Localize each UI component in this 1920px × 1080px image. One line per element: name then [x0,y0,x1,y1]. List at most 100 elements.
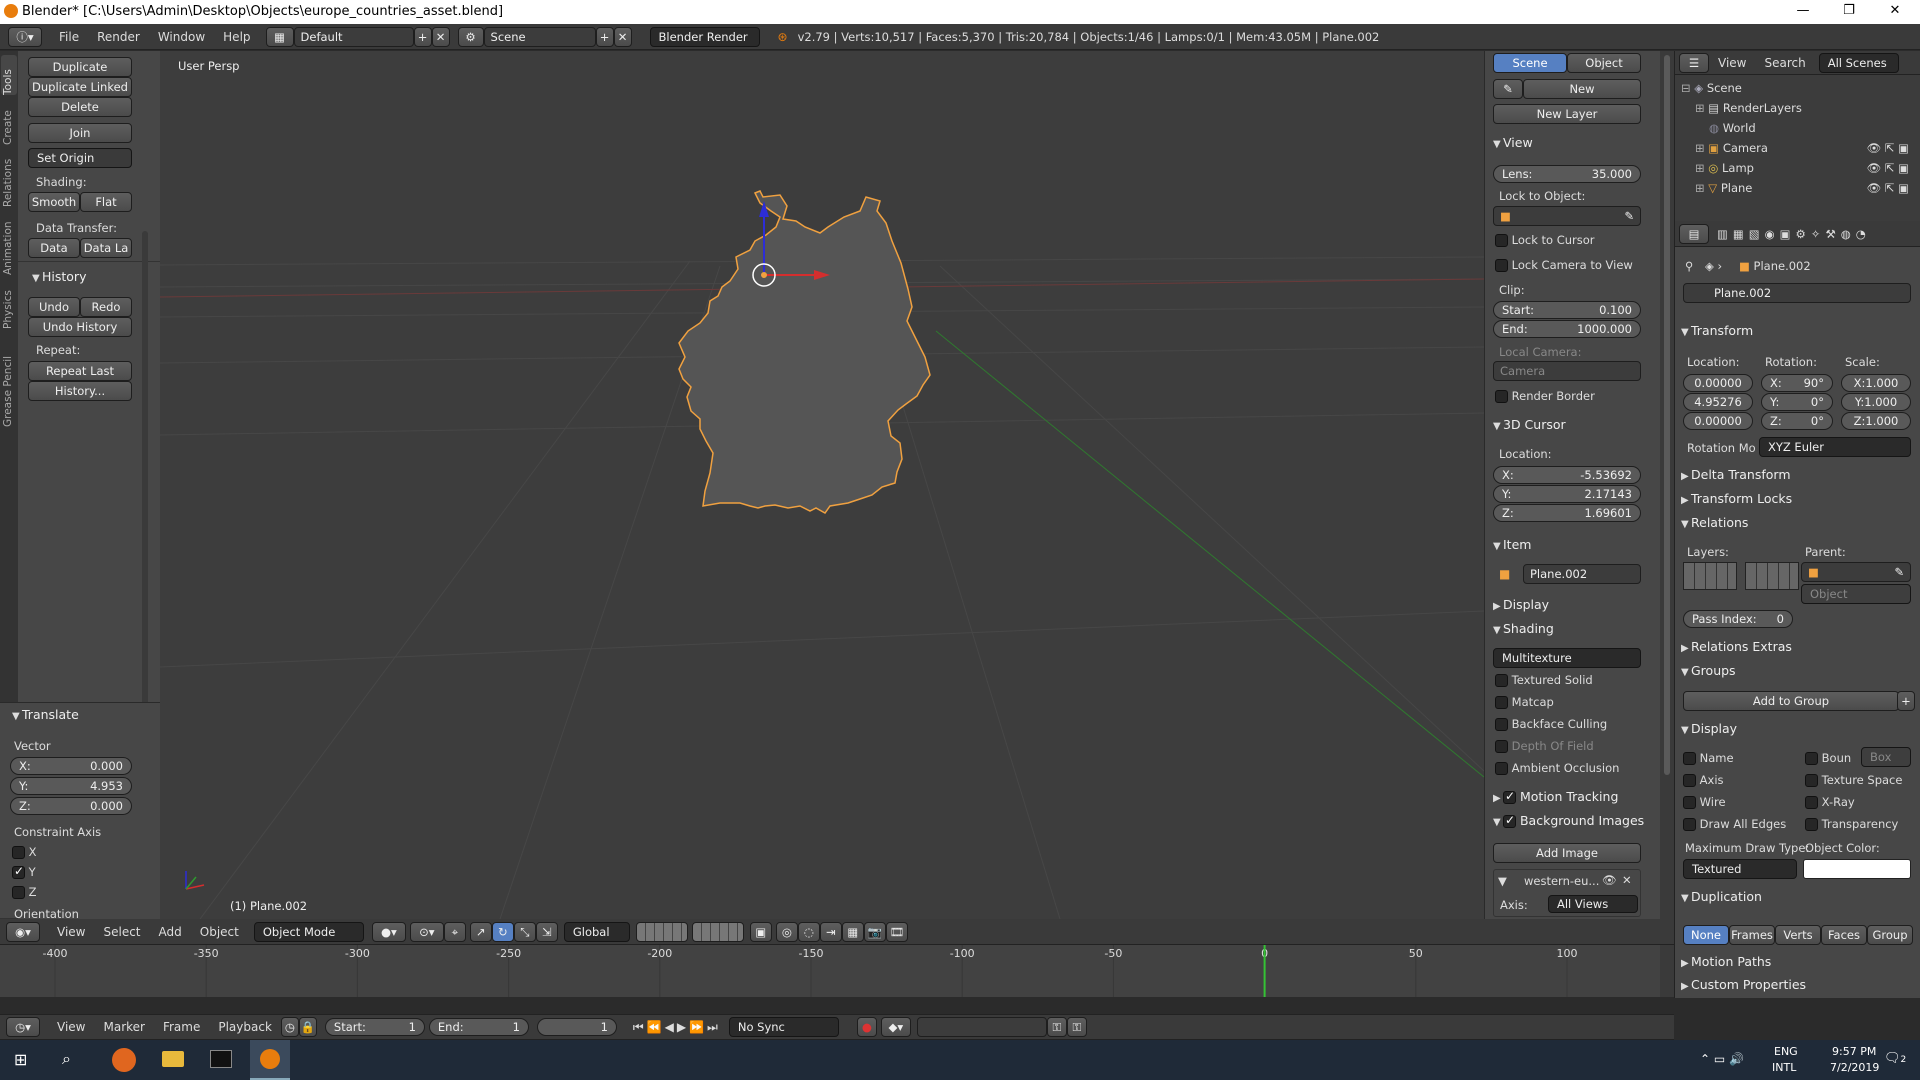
draw-all-edges-checkbox[interactable]: Draw All Edges [1683,817,1786,831]
custom-properties-panel-header[interactable]: ▶ Custom Properties [1681,977,1806,992]
duplicate-button[interactable]: Duplicate [28,57,132,77]
visibility-icons[interactable]: 👁 ⇱ ▣ [1867,161,1909,175]
visibility-icons[interactable]: 👁 ⇱ ▣ [1867,141,1909,155]
shading-mode-select[interactable]: Multitexture [1493,648,1641,668]
item-name-field[interactable]: Plane.002 [1523,564,1641,584]
parent-type-select[interactable]: Object [1801,584,1911,604]
ambient-occlusion-checkbox[interactable]: Ambient Occlusion [1495,761,1619,775]
cursor-x-field[interactable]: X: -5.53692 [1493,466,1641,484]
remove-layout-button[interactable]: ✕ [431,26,450,47]
close-button[interactable]: ✕ [1872,0,1918,24]
cursor-z-field[interactable]: Z: 1.69601 [1493,504,1641,522]
grease-pencil-icon[interactable]: ✎ [1493,79,1523,99]
object-name-field[interactable]: Plane.002 [1683,283,1911,303]
lens-field[interactable]: Lens: 35.000 [1493,165,1641,183]
join-button[interactable]: Join [28,123,132,143]
menu-file[interactable]: File [50,24,88,50]
motion-tracking-panel-header[interactable]: ▶ Motion Tracking [1493,789,1618,804]
3d-viewport[interactable]: User Persp (1) Plane.002 [160,51,1484,919]
background-images-panel-header[interactable]: ▼ Background Images [1493,813,1644,828]
scene-layers-1[interactable] [635,921,688,942]
scale-manipulator-button[interactable]: ⤡ [513,921,536,942]
3d-view-editor-type-button[interactable]: ◉▾ [6,921,40,942]
item-panel-header[interactable]: ▼ Item [1493,537,1531,552]
screen-layout-icon[interactable]: ▦ [265,26,294,47]
add-menu[interactable]: Add [150,919,191,945]
outliner-search-menu[interactable]: Search [1755,50,1814,76]
flat-button[interactable]: Flat [80,192,132,212]
lock-object-field[interactable]: ■ ✎ [1493,206,1641,226]
context-tab-icons[interactable]: ▥▦▧◉▣⚙✧⚒◍◔ [1717,227,1871,241]
duplicate-linked-button[interactable]: Duplicate Linked [28,77,132,97]
layers-grid-1[interactable] [1683,562,1737,590]
parent-field[interactable]: ■ ✎ [1801,562,1911,582]
manipulator-toggle-button[interactable]: ⌖ [443,921,466,942]
clock-date[interactable]: 7/2/2019 [1830,1061,1879,1074]
texture-space-checkbox[interactable]: Texture Space [1805,773,1902,787]
outliner-item-camera[interactable]: ⊞ ▣ Camera 👁 ⇱ ▣ [1695,141,1913,155]
insert-keyframe-icon[interactable]: ⚿ [1046,1017,1067,1037]
record-button[interactable]: ● [856,1017,877,1037]
transform-locks-panel-header[interactable]: ▶ Transform Locks [1681,491,1792,506]
depth-of-field-checkbox[interactable]: Depth Of Field [1495,739,1594,753]
tab-tools[interactable]: Tools [2,55,14,95]
cursor-y-field[interactable]: Y: 2.17143 [1493,485,1641,503]
3d-cursor-panel-header[interactable]: ▼ 3D Cursor [1493,417,1566,432]
data-layout-button[interactable]: Data La [80,238,132,258]
backface-culling-checkbox[interactable]: Backface Culling [1495,717,1607,731]
outliner-display-select[interactable]: All Scenes [1818,52,1899,73]
motion-paths-panel-header[interactable]: ▶ Motion Paths [1681,954,1771,969]
constraint-z-checkbox[interactable]: Z [12,885,37,899]
firefox-icon[interactable] [112,1048,136,1072]
outliner-editor-type-button[interactable]: ☰ [1679,52,1709,73]
lock-to-cursor-checkbox[interactable]: Lock to Cursor [1495,233,1595,247]
timeline-frame-menu[interactable]: Frame [154,1014,209,1040]
windows-start-icon[interactable]: ⊞ [14,1050,27,1069]
timeline-playback-menu[interactable]: Playback [209,1014,281,1040]
blender-taskbar-icon[interactable] [250,1040,290,1080]
outliner-item-world[interactable]: ◍ World [1709,121,1756,135]
axis-checkbox[interactable]: Axis [1683,773,1724,787]
maximize-button[interactable]: ❐ [1826,0,1872,24]
tray-icons[interactable]: ⌃ ▭ 🔊 [1700,1052,1744,1066]
scene-field[interactable]: Scene [483,26,596,47]
relations-panel-header[interactable]: ▼ Relations [1681,515,1748,530]
xray-checkbox[interactable]: X-Ray [1805,795,1855,809]
properties-scrollbar[interactable] [1660,51,1674,919]
rotation-y-field[interactable]: Y: 0° [1761,393,1833,411]
file-explorer-icon[interactable] [162,1051,184,1067]
new-button[interactable]: New [1523,79,1641,99]
remove-scene-button[interactable]: ✕ [613,26,632,47]
bounds-checkbox[interactable]: Boun [1805,751,1851,765]
active-keying-set-field[interactable] [916,1017,1047,1037]
language-indicator[interactable]: ENG [1774,1045,1798,1058]
menu-help[interactable]: Help [214,24,259,50]
timeline-editor-type-button[interactable]: ◷▾ [6,1017,40,1037]
add-layout-button[interactable]: + [413,26,432,47]
scene-icon[interactable]: ⚙ [457,26,484,47]
duplication-none-button[interactable]: None [1683,925,1729,945]
current-frame-field[interactable]: 1 [536,1018,617,1036]
repeat-last-button[interactable]: Repeat Last [28,361,132,381]
local-camera-field[interactable]: Camera [1493,361,1641,381]
preview-range-icon[interactable]: ◷ [280,1017,299,1037]
snap-icon[interactable]: ⇥ [819,921,842,942]
bounds-type-select[interactable]: Box [1861,747,1911,767]
lock-camera-checkbox[interactable]: Lock Camera to View [1495,258,1633,272]
duplication-frames-button[interactable]: Frames [1729,925,1775,945]
rotation-z-field[interactable]: Z: 0° [1761,412,1833,430]
name-checkbox[interactable]: Name [1683,751,1734,765]
add-to-group-button[interactable]: Add to Group [1683,691,1899,711]
scale-x-field[interactable]: X:1.000 [1841,374,1911,392]
lock-layers-icon[interactable]: ▣ [749,921,772,942]
rotation-x-field[interactable]: X: 90° [1761,374,1833,392]
render-border-checkbox[interactable]: Render Border [1495,389,1595,403]
clip-start-field[interactable]: Start: 0.100 [1493,301,1641,319]
timeline-view-menu[interactable]: View [48,1014,94,1040]
groups-panel-header[interactable]: ▼ Groups [1681,663,1736,678]
tab-relations[interactable]: Relations [2,151,14,207]
proportional-falloff-icon[interactable]: ◌ [797,921,820,942]
outliner-item-plane[interactable]: ⊞ ▽ Plane 👁 ⇱ ▣ [1695,181,1913,195]
matcap-checkbox[interactable]: Matcap [1495,695,1554,709]
end-frame-field[interactable]: End: 1 [428,1018,529,1036]
